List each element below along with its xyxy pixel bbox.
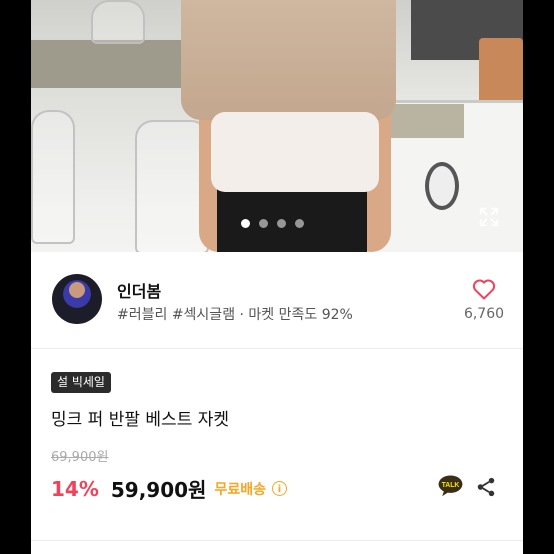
info-icon[interactable]: i [271, 481, 287, 496]
share-icon[interactable] [475, 476, 497, 498]
price-row: 14% 59,900원 무료배송 i [51, 474, 287, 503]
seller-row[interactable]: 인더봄 #러블리 #섹시글램 · 마켓 만족도 92% 6,760 [31, 252, 523, 348]
original-price: 69,900원 [51, 450, 109, 465]
seller-name[interactable]: 인더봄 [117, 278, 161, 302]
like-count: 6,760 [463, 306, 505, 322]
product-title: 밍크 퍼 반팔 베스트 자켓 [51, 410, 230, 430]
carousel-dot[interactable] [241, 219, 250, 228]
product-image-carousel[interactable] [31, 0, 523, 252]
carousel-dot[interactable] [259, 219, 268, 228]
seller-avatar[interactable] [52, 274, 102, 324]
product-detail-screen: 인더봄 #러블리 #섹시글램 · 마켓 만족도 92% 6,760 설 빅세일 … [31, 0, 523, 554]
expand-icon[interactable] [478, 206, 500, 228]
carousel-dot[interactable] [277, 219, 286, 228]
heart-icon[interactable] [472, 278, 496, 300]
talk-label: TALK [442, 482, 460, 489]
seller-tags: #러블리 #섹시글램 · 마켓 만족도 92% [117, 307, 353, 323]
carousel-indicator [241, 219, 304, 228]
section-divider [31, 348, 523, 349]
free-shipping-label: 무료배송 [214, 481, 266, 498]
kakao-talk-icon[interactable]: TALK [437, 475, 464, 497]
carousel-dot[interactable] [295, 219, 304, 228]
bottom-divider [31, 540, 523, 541]
sale-badge: 설 빅세일 [51, 372, 111, 393]
model-photo [181, 0, 396, 252]
discount-rate: 14% [51, 476, 99, 501]
sale-price: 59,900원 [110, 478, 207, 502]
